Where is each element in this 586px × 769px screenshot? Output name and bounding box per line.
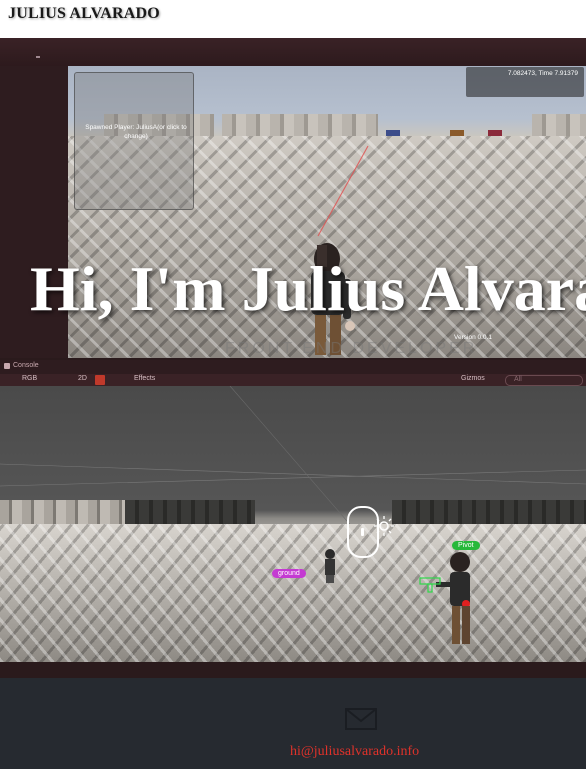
hero-subtitle: FRONT END DEVELOPER <box>225 340 478 357</box>
mail-icon[interactable] <box>345 708 377 730</box>
stats-panel: 7.082473, Time 7.91379 <box>466 67 584 97</box>
spawned-player-panel[interactable]: Spawned Player: JuliusA(or click to chan… <box>74 72 194 210</box>
gizmos-dropdown[interactable]: Gizmos <box>461 375 485 382</box>
scene-floor <box>0 524 586 662</box>
scene-toolbar: RGB 2D Effects Gizmos All <box>0 374 586 386</box>
console-icon <box>4 363 10 369</box>
email-link[interactable]: hi@juliusalvarado.info <box>290 744 419 760</box>
console-bar: Console <box>0 360 586 374</box>
hero-heading: Hi, I'm Julius Alvarado <box>30 253 586 324</box>
effects-dropdown[interactable]: Effects <box>134 375 155 382</box>
scene-wall <box>392 500 586 524</box>
scene-search-placeholder: All <box>514 376 522 383</box>
scene-wall <box>0 500 125 524</box>
ground-tag[interactable]: ground <box>272 569 306 578</box>
scene-search-input[interactable]: All <box>505 375 583 386</box>
spawned-player-text: Spawned Player: JuliusA(or click to chan… <box>85 124 187 140</box>
console-label[interactable]: Console <box>13 362 39 369</box>
site-footer: hi@juliusalvarado.info <box>0 678 586 769</box>
hero-section: Spawned Player: JuliusA(or click to chan… <box>0 38 586 678</box>
toggle-2d-button[interactable]: 2D <box>78 375 87 382</box>
rgb-dropdown[interactable]: RGB <box>22 375 37 382</box>
pivot-tag[interactable]: Pivot <box>452 541 480 550</box>
stats-text: 7.082473, Time 7.91379 <box>507 70 578 77</box>
site-title[interactable]: JULIUS ALVARADO <box>8 5 160 23</box>
scene-view: ground Pivot <box>0 386 586 662</box>
scene-player-character <box>419 552 470 644</box>
scene-wall <box>125 500 255 524</box>
editor-top-strip <box>0 38 586 66</box>
scene-character-far <box>325 549 335 583</box>
site-header: JULIUS ALVARADO <box>0 0 586 38</box>
lighting-toggle-icon[interactable] <box>95 375 105 385</box>
sun-icon[interactable] <box>374 516 394 536</box>
